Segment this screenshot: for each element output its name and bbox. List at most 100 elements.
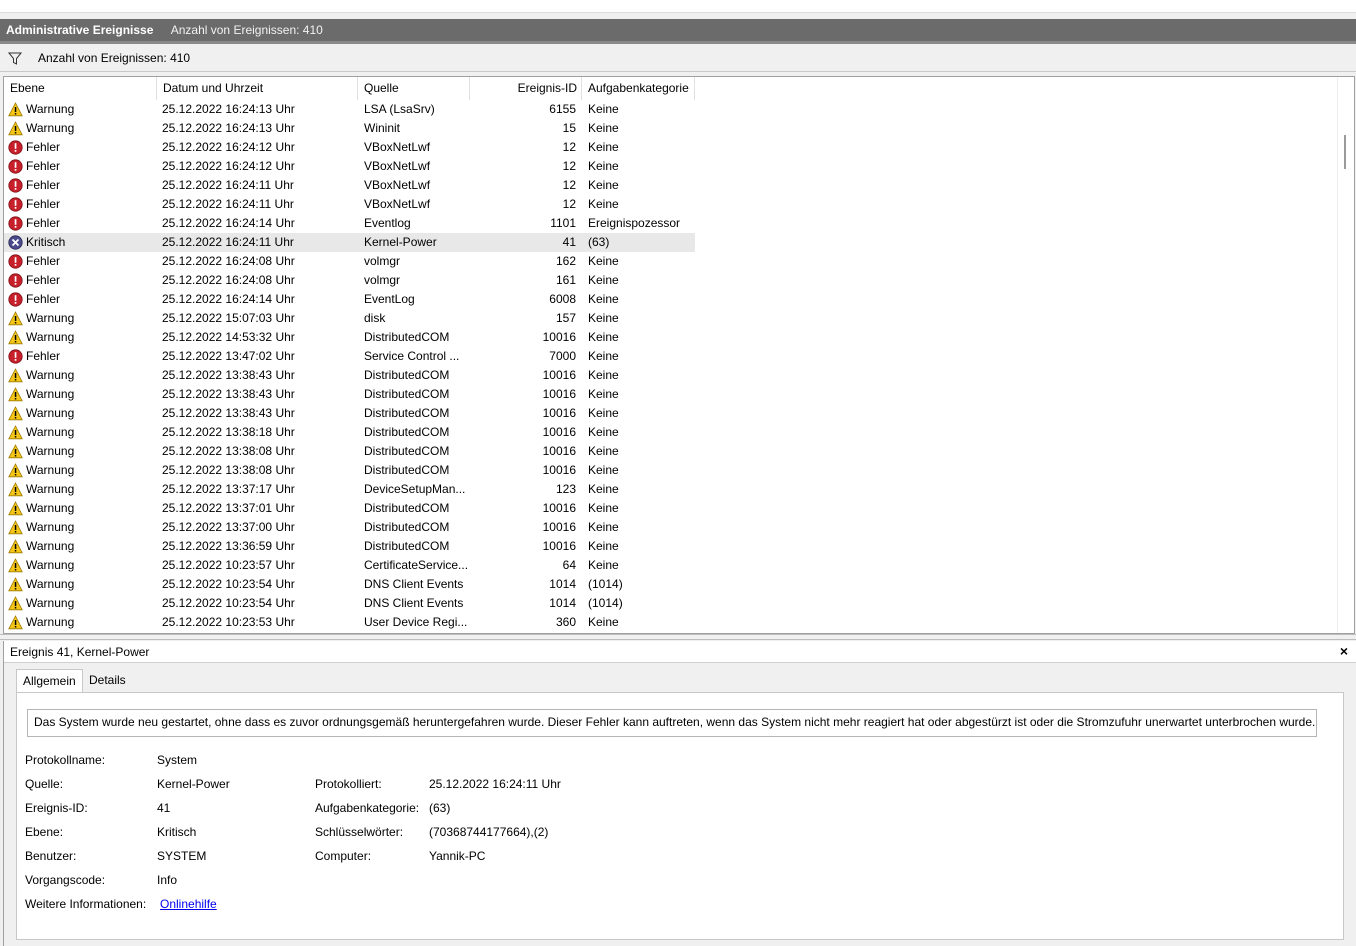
column-header-level[interactable]: Ebene	[4, 77, 157, 100]
event-row[interactable]: Warnung 25.12.2022 13:38:43 Uhr Distribute…	[4, 385, 1340, 404]
event-date: 25.12.2022 16:24:12 Uhr	[162, 159, 295, 173]
event-category: Keine	[588, 254, 619, 268]
event-id: 41	[562, 235, 576, 249]
field-label: Benutzer:	[25, 849, 77, 863]
event-row[interactable]: Warnung 25.12.2022 16:24:13 Uhr LSA (LsaSr…	[4, 100, 1340, 119]
event-row[interactable]: Warnung 25.12.2022 14:53:32 Uhr Distribute…	[4, 328, 1340, 347]
event-level: Kritisch	[26, 235, 66, 249]
column-header-date[interactable]: Datum und Uhrzeit	[157, 77, 358, 100]
event-row[interactable]: Fehler 25.12.2022 16:24:11 Uhr VBoxNetLwf 1…	[4, 195, 1340, 214]
event-row[interactable]: Fehler 25.12.2022 16:24:08 Uhr volmgr 162 Ke…	[4, 252, 1340, 271]
event-level: Fehler	[26, 216, 61, 230]
event-row[interactable]: Warnung 25.12.2022 13:37:17 Uhr DeviceSetu…	[4, 480, 1340, 499]
field-value: (70368744177664),(2)	[429, 825, 549, 839]
event-id: 12	[562, 197, 576, 211]
event-row[interactable]: Fehler 25.12.2022 13:47:02 Uhr Service Con…	[4, 347, 1340, 366]
error-icon	[8, 254, 23, 269]
event-source: DistributedCOM	[364, 520, 450, 534]
event-source: VBoxNetLwf	[364, 197, 431, 211]
event-count-label: Anzahl von Ereignissen: 410	[170, 23, 323, 37]
event-source: DistributedCOM	[364, 330, 450, 344]
event-level: Warnung	[26, 102, 75, 116]
column-header-source[interactable]: Quelle	[358, 77, 470, 100]
event-date: 25.12.2022 13:38:18 Uhr	[162, 425, 295, 439]
filter-icon[interactable]	[8, 52, 22, 65]
critical-icon	[8, 235, 23, 250]
event-category: Keine	[588, 539, 619, 553]
event-date: 25.12.2022 13:37:01 Uhr	[162, 501, 295, 515]
event-row[interactable]: Warnung 25.12.2022 10:23:53 Uhr User Devic…	[4, 613, 1340, 632]
event-source: Service Control ...	[364, 349, 460, 363]
event-category: Keine	[588, 501, 619, 515]
event-date: 25.12.2022 16:24:11 Uhr	[162, 235, 294, 249]
tab-details[interactable]: Details	[83, 669, 132, 692]
event-id: 123	[555, 482, 576, 496]
event-row[interactable]: Warnung 25.12.2022 10:23:54 Uhr DNS Client…	[4, 575, 1340, 594]
event-source: Wininit	[364, 121, 401, 135]
event-category: Keine	[588, 273, 619, 287]
event-id: 6008	[549, 292, 576, 306]
field-label: Aufgabenkategorie:	[315, 801, 420, 815]
event-category: Keine	[588, 349, 619, 363]
event-row[interactable]: Fehler 25.12.2022 16:24:11 Uhr VBoxNetLwf 1…	[4, 176, 1340, 195]
event-source: volmgr	[364, 273, 401, 287]
event-source: VBoxNetLwf	[364, 140, 431, 154]
warning-icon	[8, 102, 23, 117]
event-level: Fehler	[26, 140, 61, 154]
event-id: 1014	[549, 596, 576, 610]
event-level: Warnung	[26, 330, 75, 344]
event-row[interactable]: Fehler 25.12.2022 16:24:14 Uhr EventLog 600…	[4, 290, 1340, 309]
event-row[interactable]: Warnung 25.12.2022 13:38:08 Uhr Distribute…	[4, 442, 1340, 461]
event-row[interactable]: Fehler 25.12.2022 16:24:12 Uhr VBoxNetLwf 1…	[4, 138, 1340, 157]
close-icon[interactable]: ×	[1340, 643, 1348, 659]
warning-icon	[8, 121, 23, 136]
event-row[interactable]: Warnung 25.12.2022 10:23:57 Uhr Certificat…	[4, 556, 1340, 575]
event-list[interactable]: Ebene Datum und Uhrzeit Quelle Ereignis-…	[3, 76, 1355, 634]
event-row[interactable]: Fehler 25.12.2022 16:24:14 Uhr Eventlog 110…	[4, 214, 1340, 233]
field-value: 25.12.2022 16:24:11 Uhr	[429, 777, 561, 791]
event-level: Fehler	[26, 273, 61, 287]
event-row[interactable]: Warnung 25.12.2022 13:37:01 Uhr Distribute…	[4, 499, 1340, 518]
event-level: Fehler	[26, 349, 61, 363]
event-id: 10016	[542, 501, 576, 515]
event-source: DeviceSetupMan...	[364, 482, 466, 496]
event-category: Keine	[588, 292, 619, 306]
event-row[interactable]: Fehler 25.12.2022 16:24:12 Uhr VBoxNetLwf 1…	[4, 157, 1340, 176]
event-row[interactable]: Warnung 25.12.2022 10:23:54 Uhr DNS Client…	[4, 594, 1340, 613]
event-date: 25.12.2022 16:24:13 Uhr	[162, 121, 295, 135]
event-source: DistributedCOM	[364, 539, 450, 553]
tab-allgemein[interactable]: Allgemein	[16, 669, 83, 693]
error-icon	[8, 273, 23, 288]
scrollbar-thumb[interactable]	[1344, 135, 1346, 169]
field-value: 41	[157, 801, 171, 815]
event-category: Keine	[588, 368, 619, 382]
event-row[interactable]: Warnung 25.12.2022 13:36:59 Uhr Distribute…	[4, 537, 1340, 556]
event-row[interactable]: Warnung 25.12.2022 13:38:43 Uhr Distribute…	[4, 366, 1340, 385]
event-description[interactable]: Das System wurde neu gestartet, ohne das…	[27, 709, 1317, 737]
event-row[interactable]: Warnung 25.12.2022 15:07:03 Uhr disk 157 Kei…	[4, 309, 1340, 328]
column-header-task-category[interactable]: Aufgabenkategorie	[582, 77, 695, 100]
event-category: Ereignispozessor	[588, 216, 681, 230]
event-row[interactable]: Warnung 25.12.2022 13:37:00 Uhr Distribute…	[4, 518, 1340, 537]
vertical-scrollbar[interactable]	[1337, 77, 1354, 633]
warning-icon	[8, 311, 23, 326]
event-source: DistributedCOM	[364, 406, 450, 420]
event-row[interactable]: Warnung 25.12.2022 13:38:08 Uhr Distribute…	[4, 461, 1340, 480]
event-row[interactable]: Warnung 25.12.2022 13:38:18 Uhr Distribute…	[4, 423, 1340, 442]
error-icon	[8, 197, 23, 212]
error-icon	[8, 140, 23, 155]
event-row[interactable]: Fehler 25.12.2022 16:24:08 Uhr volmgr 161 Ke…	[4, 271, 1340, 290]
event-row[interactable]: Kritisch 25.12.2022 16:24:11 Uhr Kernel-Po…	[4, 233, 1340, 252]
event-id: 12	[562, 140, 576, 154]
event-id: 10016	[542, 406, 576, 420]
event-level: Fehler	[26, 292, 61, 306]
event-row[interactable]: Warnung 25.12.2022 13:38:43 Uhr Distribute…	[4, 404, 1340, 423]
pane-splitter[interactable]	[0, 634, 1356, 640]
online-help-link[interactable]: Onlinehilfe	[160, 897, 217, 911]
event-category: Keine	[588, 311, 619, 325]
field-value: (63)	[429, 801, 451, 815]
column-header-event-id[interactable]: Ereignis-ID	[470, 77, 582, 100]
event-source: volmgr	[364, 254, 401, 268]
event-id: 10016	[542, 444, 576, 458]
event-row[interactable]: Warnung 25.12.2022 16:24:13 Uhr Wininit 15 K…	[4, 119, 1340, 138]
